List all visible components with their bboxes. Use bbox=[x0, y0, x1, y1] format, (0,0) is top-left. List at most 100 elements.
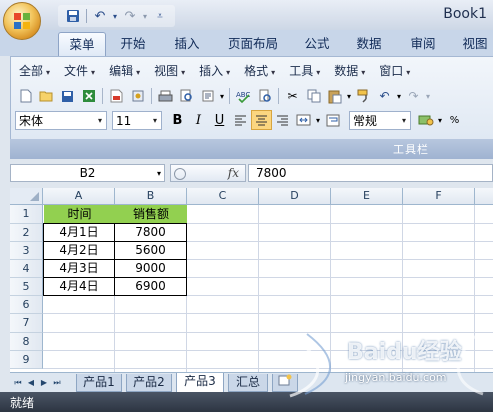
excel-icon[interactable] bbox=[78, 86, 99, 106]
tab-menu[interactable]: 菜单 bbox=[58, 32, 106, 56]
open-folder-icon[interactable] bbox=[36, 86, 57, 106]
tab-data[interactable]: 数据 bbox=[348, 32, 390, 56]
next-sheet-icon[interactable]: ▶ bbox=[38, 376, 50, 389]
cell-a3[interactable]: 4月2日 bbox=[43, 241, 115, 260]
underline-button[interactable]: U bbox=[209, 110, 230, 130]
sheet-tab-product1[interactable]: 产品1 bbox=[76, 374, 122, 392]
pdf-icon[interactable] bbox=[106, 86, 127, 106]
chevron-down-icon[interactable]: ▾ bbox=[314, 110, 322, 130]
research-icon[interactable] bbox=[254, 86, 275, 106]
number-format-select[interactable]: 常规 ▾ bbox=[349, 110, 411, 130]
tab-page-layout[interactable]: 页面布局 bbox=[222, 32, 284, 56]
row-header[interactable]: 2 bbox=[10, 224, 43, 242]
menu-insert[interactable]: 插入 ▾ bbox=[191, 61, 236, 81]
column-header[interactable]: E bbox=[331, 188, 403, 205]
chevron-down-icon[interactable]: ▾ bbox=[345, 86, 353, 106]
chevron-down-icon[interactable]: ▾ bbox=[395, 86, 403, 106]
page-setup-icon[interactable] bbox=[197, 86, 218, 106]
column-header[interactable]: F bbox=[403, 188, 475, 205]
permission-icon[interactable] bbox=[127, 86, 148, 106]
print-icon[interactable] bbox=[155, 86, 176, 106]
tab-view[interactable]: 视图 bbox=[455, 32, 493, 56]
tab-review[interactable]: 审阅 bbox=[402, 32, 444, 56]
cell-b2[interactable]: 7800 bbox=[114, 223, 187, 242]
sheet-tab-product2[interactable]: 产品2 bbox=[126, 374, 172, 392]
bold-button[interactable]: B bbox=[167, 110, 188, 130]
cell-a5[interactable]: 4月4日 bbox=[43, 277, 115, 296]
first-sheet-icon[interactable]: ⏮ bbox=[12, 376, 24, 389]
spelling-icon[interactable]: ABC bbox=[233, 86, 254, 106]
new-document-icon[interactable] bbox=[15, 86, 36, 106]
menu-window[interactable]: 窗口 ▾ bbox=[371, 61, 416, 81]
worksheet-grid[interactable]: A B C D E F 1 2 3 4 5 6 7 8 9 时间 销售额 4月1… bbox=[10, 188, 493, 372]
row-header[interactable]: 8 bbox=[10, 333, 43, 351]
percent-icon[interactable]: % bbox=[444, 110, 465, 130]
copy-icon[interactable] bbox=[303, 86, 324, 106]
save-icon[interactable] bbox=[57, 86, 78, 106]
chevron-down-icon[interactable]: ▾ bbox=[111, 7, 119, 25]
align-right-icon[interactable] bbox=[272, 110, 293, 130]
row-header[interactable]: 1 bbox=[10, 205, 43, 224]
cell-b4[interactable]: 9000 bbox=[114, 259, 187, 278]
menu-file[interactable]: 文件 ▾ bbox=[56, 61, 101, 81]
formula-input[interactable]: 7800 bbox=[248, 164, 493, 182]
chevron-down-icon[interactable]: ▾ bbox=[218, 86, 226, 106]
insert-function-button[interactable]: fx bbox=[228, 166, 239, 180]
menu-edit[interactable]: 编辑 ▾ bbox=[101, 61, 146, 81]
last-sheet-icon[interactable]: ⏭ bbox=[51, 376, 63, 389]
cell-b3[interactable]: 5600 bbox=[114, 241, 187, 260]
chevron-down-icon[interactable]: ▾ bbox=[424, 86, 432, 106]
column-header[interactable]: A bbox=[43, 188, 115, 205]
office-button[interactable] bbox=[3, 2, 41, 40]
row-header[interactable]: 9 bbox=[10, 351, 43, 369]
row-header[interactable]: 3 bbox=[10, 242, 43, 260]
column-header[interactable]: C bbox=[187, 188, 259, 205]
redo-icon[interactable]: ↷ bbox=[121, 7, 139, 25]
menu-tools[interactable]: 工具 ▾ bbox=[281, 61, 326, 81]
print-preview-icon[interactable] bbox=[176, 86, 197, 106]
chevron-down-icon[interactable]: ▾ bbox=[141, 7, 149, 25]
row-header[interactable]: 6 bbox=[10, 296, 43, 314]
currency-icon[interactable] bbox=[415, 110, 436, 130]
cell-a4[interactable]: 4月3日 bbox=[43, 259, 115, 278]
merge-center-icon[interactable] bbox=[293, 110, 314, 130]
chevron-down-icon[interactable]: ▾ bbox=[436, 110, 444, 130]
undo-icon[interactable]: ↶ bbox=[374, 86, 395, 106]
align-center-icon[interactable] bbox=[251, 110, 272, 130]
cell-b5[interactable]: 6900 bbox=[114, 277, 187, 296]
save-icon[interactable] bbox=[64, 7, 82, 25]
prev-sheet-icon[interactable]: ◀ bbox=[25, 376, 37, 389]
row-header[interactable]: 4 bbox=[10, 260, 43, 278]
tab-home[interactable]: 开始 bbox=[110, 32, 156, 56]
name-box[interactable]: B2 ▾ bbox=[10, 164, 165, 182]
cell-b1[interactable]: 销售额 bbox=[115, 205, 187, 224]
sheet-tab-summary[interactable]: 汇总 bbox=[228, 374, 268, 392]
row-header[interactable]: 5 bbox=[10, 278, 43, 296]
menu-all[interactable]: 全部 ▾ bbox=[11, 61, 56, 81]
tab-insert[interactable]: 插入 bbox=[164, 32, 210, 56]
cell-a1[interactable]: 时间 bbox=[44, 205, 115, 224]
sheet-tab-product3[interactable]: 产品3 bbox=[176, 373, 224, 393]
insert-sheet-icon[interactable] bbox=[272, 374, 298, 392]
font-name-select[interactable]: 宋体 ▾ bbox=[15, 110, 107, 130]
column-header[interactable] bbox=[475, 188, 493, 205]
menu-view[interactable]: 视图 ▾ bbox=[146, 61, 191, 81]
paste-icon[interactable] bbox=[324, 86, 345, 106]
format-painter-icon[interactable] bbox=[353, 86, 374, 106]
tab-formulas[interactable]: 公式 bbox=[296, 32, 338, 56]
redo-icon[interactable]: ↷ bbox=[403, 86, 424, 106]
menu-format[interactable]: 格式 ▾ bbox=[236, 61, 281, 81]
column-header[interactable]: D bbox=[259, 188, 331, 205]
font-size-select[interactable]: 11 ▾ bbox=[112, 110, 162, 130]
menu-data[interactable]: 数据 ▾ bbox=[326, 61, 371, 81]
align-left-icon[interactable] bbox=[230, 110, 251, 130]
row-header[interactable]: 7 bbox=[10, 314, 43, 333]
italic-button[interactable]: I bbox=[188, 110, 209, 130]
wrap-text-icon[interactable] bbox=[322, 110, 343, 130]
customize-icon[interactable]: ⩡ bbox=[151, 7, 169, 25]
select-all-corner[interactable] bbox=[10, 188, 43, 205]
column-header[interactable]: B bbox=[115, 188, 187, 205]
expand-icon[interactable] bbox=[174, 168, 186, 180]
undo-icon[interactable]: ↶ bbox=[91, 7, 109, 25]
cell-a2[interactable]: 4月1日 bbox=[43, 223, 115, 242]
